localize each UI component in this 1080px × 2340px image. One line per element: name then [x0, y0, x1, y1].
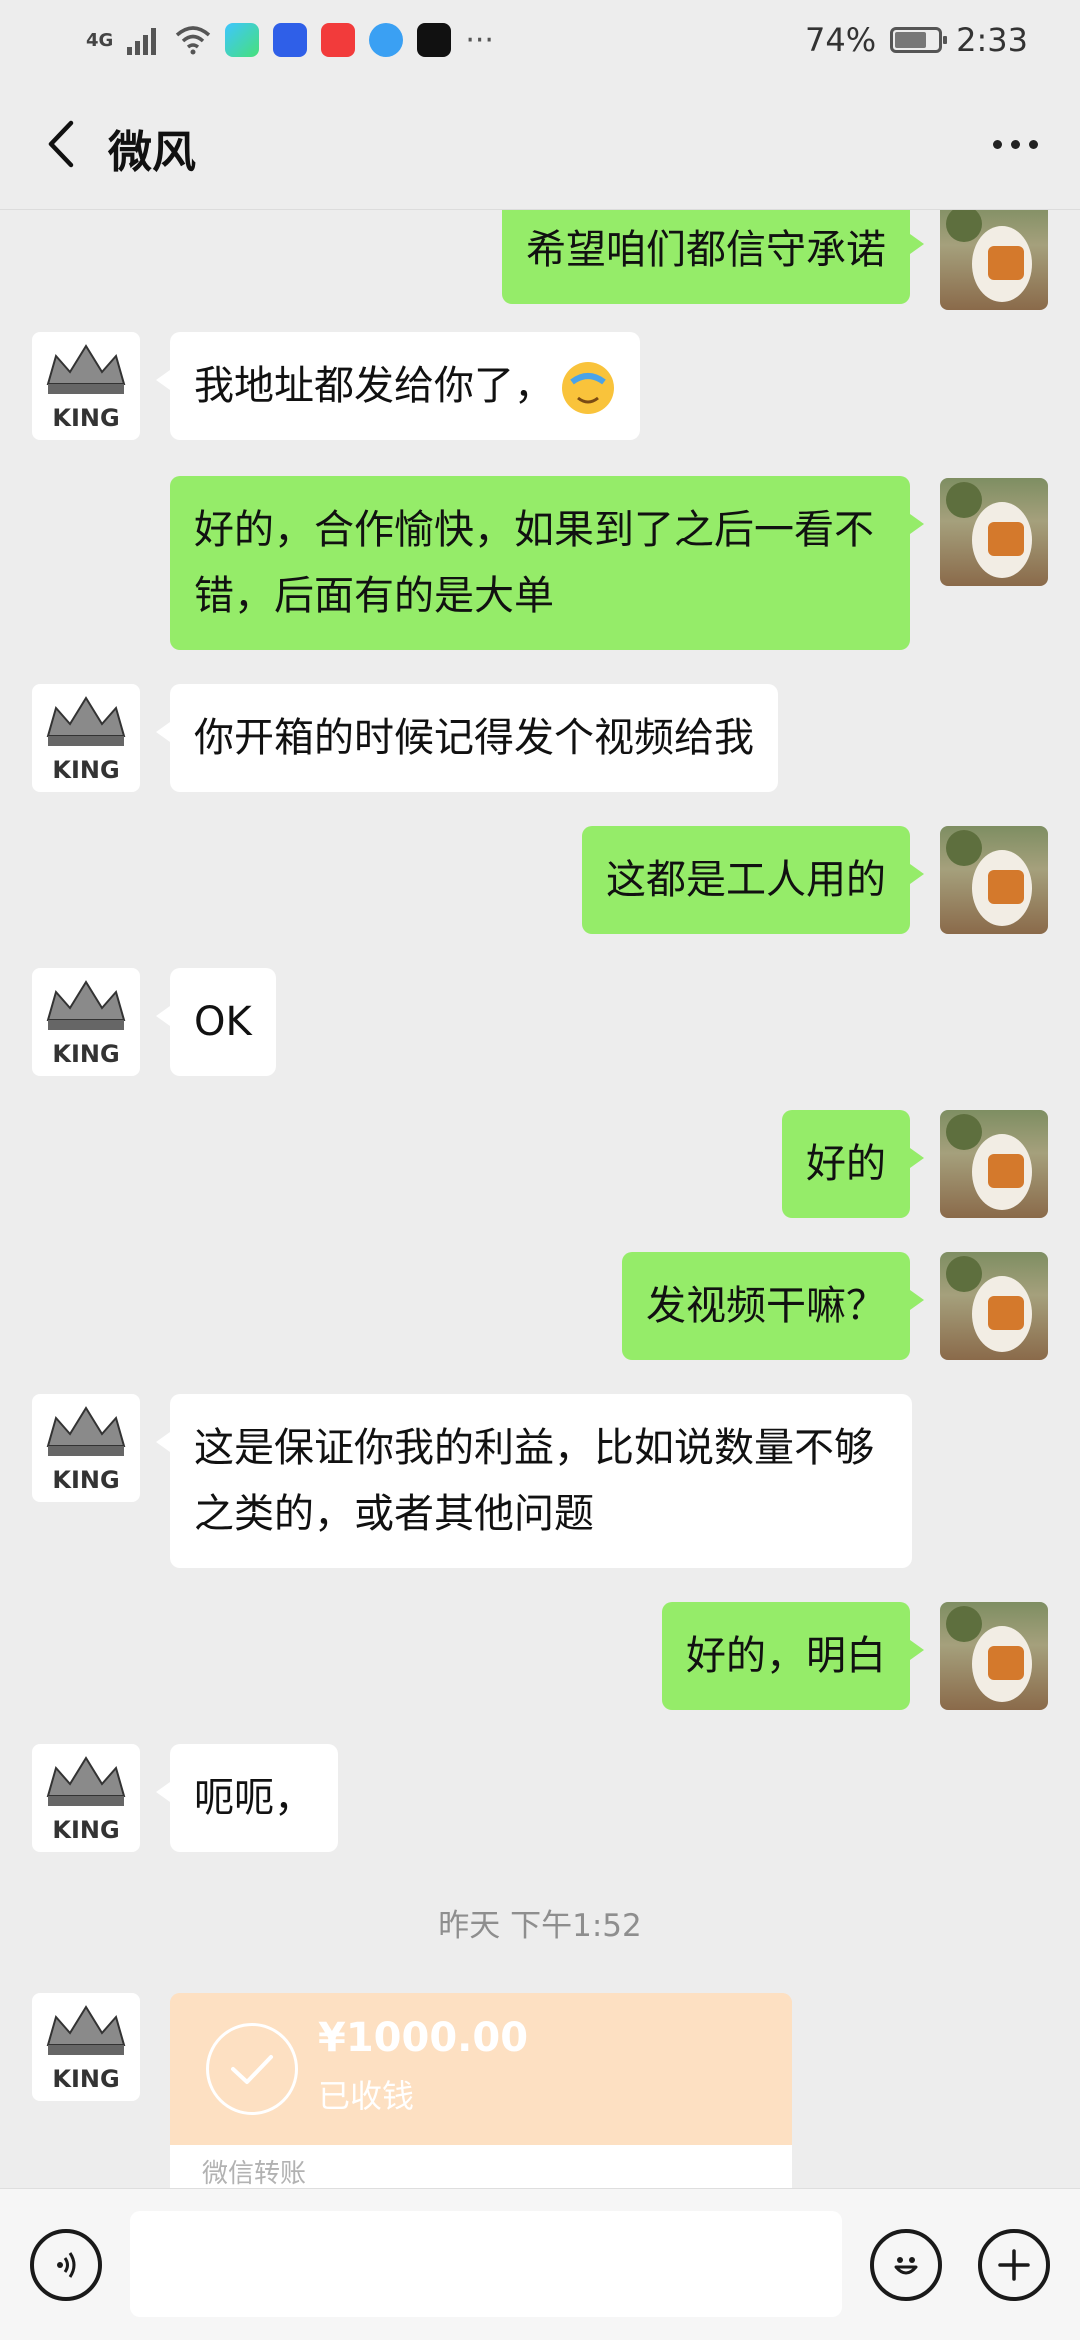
crown-icon: KING — [46, 980, 126, 1068]
voice-button[interactable] — [30, 2229, 102, 2301]
signal-icon — [127, 28, 157, 55]
more-notifications: ··· — [465, 22, 494, 58]
message-input[interactable] — [130, 2211, 842, 2317]
message-bubble[interactable]: OK — [156, 968, 276, 1076]
more-dot — [1010, 139, 1020, 149]
battery-icon — [890, 27, 948, 53]
svg-text:KING: KING — [52, 756, 119, 784]
status-icons-left: 4G ··· — [86, 18, 494, 62]
baidu-app-icon — [273, 23, 308, 57]
chat-title: 微风 — [108, 127, 196, 178]
contact-avatar[interactable]: KING — [32, 684, 140, 792]
elephant-photo — [946, 1606, 1032, 1702]
message-bubble[interactable]: 希望咱们都信守承诺 — [502, 210, 924, 304]
elephant-photo — [946, 1256, 1032, 1352]
timestamp: 昨天 下午1:52 — [438, 1908, 642, 1944]
message-bubble[interactable]: 这都是工人用的 — [582, 826, 924, 934]
crown-icon: KING — [46, 344, 126, 432]
svg-text:KING: KING — [52, 2065, 119, 2093]
transfer-card[interactable]: ¥1000.00 已收钱 微信转账 — [170, 1993, 792, 2188]
emoji-button[interactable] — [870, 2229, 942, 2301]
message-bubble[interactable]: 呃呃， — [156, 1744, 338, 1852]
message-text: 我地址都发给你了， — [194, 363, 554, 409]
self-avatar[interactable] — [940, 1252, 1048, 1360]
video-app-icon — [225, 23, 260, 57]
battery-fill — [895, 32, 927, 48]
transfer-amount: ¥1000.00 — [318, 2015, 529, 2061]
battery-percent: 74% — [805, 21, 877, 59]
self-avatar[interactable] — [940, 826, 1048, 934]
message-bubble[interactable]: 好的，合作愉快，如果到了之后一看不错，后面有的是大单 — [170, 476, 924, 650]
svg-text:KING: KING — [52, 404, 119, 432]
camera-app-icon — [321, 23, 356, 57]
clock: 2:33 — [956, 21, 1028, 59]
message-bubble[interactable]: 好的 — [782, 1110, 924, 1218]
contact-avatar[interactable]: KING — [32, 1394, 140, 1502]
wifi-icon — [176, 26, 211, 55]
svg-text:KING: KING — [52, 1466, 119, 1494]
elephant-photo — [946, 830, 1032, 926]
self-avatar[interactable] — [940, 1110, 1048, 1218]
smiley-icon — [894, 2257, 918, 2275]
svg-text:KING: KING — [52, 1040, 119, 1068]
elephant-photo — [946, 210, 1032, 302]
plus-icon — [998, 2249, 1030, 2281]
elephant-photo — [946, 1114, 1032, 1210]
crown-icon: KING — [46, 2005, 126, 2093]
contact-avatar[interactable]: KING — [32, 968, 140, 1076]
contact-avatar[interactable]: KING — [32, 1993, 140, 2101]
tiktok-app-icon — [417, 23, 452, 57]
crown-icon: KING — [46, 1406, 126, 1494]
check-circle-icon — [206, 2023, 298, 2115]
more-button[interactable] — [980, 114, 1050, 174]
input-bar — [0, 2188, 1080, 2340]
contact-avatar[interactable]: KING — [32, 1744, 140, 1852]
chat-list[interactable]: 希望咱们都信守承诺 KING 我地址都发给你了， 好的，合作愉快，如果到了之后一… — [0, 210, 1080, 2188]
chevron-left-icon — [48, 120, 74, 168]
message-bubble[interactable]: 好的，明白 — [662, 1602, 924, 1710]
self-avatar[interactable] — [940, 210, 1048, 310]
nav-bar: 微风 — [0, 80, 1080, 210]
voice-icon — [57, 2252, 76, 2278]
transfer-status: 已收钱 — [318, 2077, 415, 2115]
status-bar: 4G ··· 74% 2:33 — [0, 0, 1080, 80]
message-bubble[interactable]: 我地址都发给你了， — [156, 332, 640, 440]
plus-button[interactable] — [978, 2229, 1050, 2301]
message-bubble[interactable]: 你开箱的时候记得发个视频给我 — [156, 684, 778, 792]
back-button[interactable] — [30, 114, 90, 174]
more-horizontal-icon — [992, 139, 1002, 149]
facepalm-crying-emoji — [562, 362, 614, 414]
contact-avatar[interactable]: KING — [32, 332, 140, 440]
elephant-photo — [946, 482, 1032, 578]
crown-icon: KING — [46, 696, 126, 784]
message-bubble[interactable]: 发视频干嘛？ — [622, 1252, 924, 1360]
more-dot — [1028, 139, 1038, 149]
svg-text:KING: KING — [52, 1816, 119, 1844]
status-icons-right: 74% 2:33 — [805, 18, 1028, 62]
network-label: 4G — [86, 29, 114, 51]
browser-app-icon — [369, 23, 404, 57]
self-avatar[interactable] — [940, 1602, 1048, 1710]
self-avatar[interactable] — [940, 478, 1048, 586]
crown-icon: KING — [46, 1756, 126, 1844]
message-bubble[interactable]: 这是保证你我的利益，比如说数量不够之类的，或者其他问题 — [156, 1394, 912, 1568]
transfer-label: 微信转账 — [202, 2159, 307, 2188]
